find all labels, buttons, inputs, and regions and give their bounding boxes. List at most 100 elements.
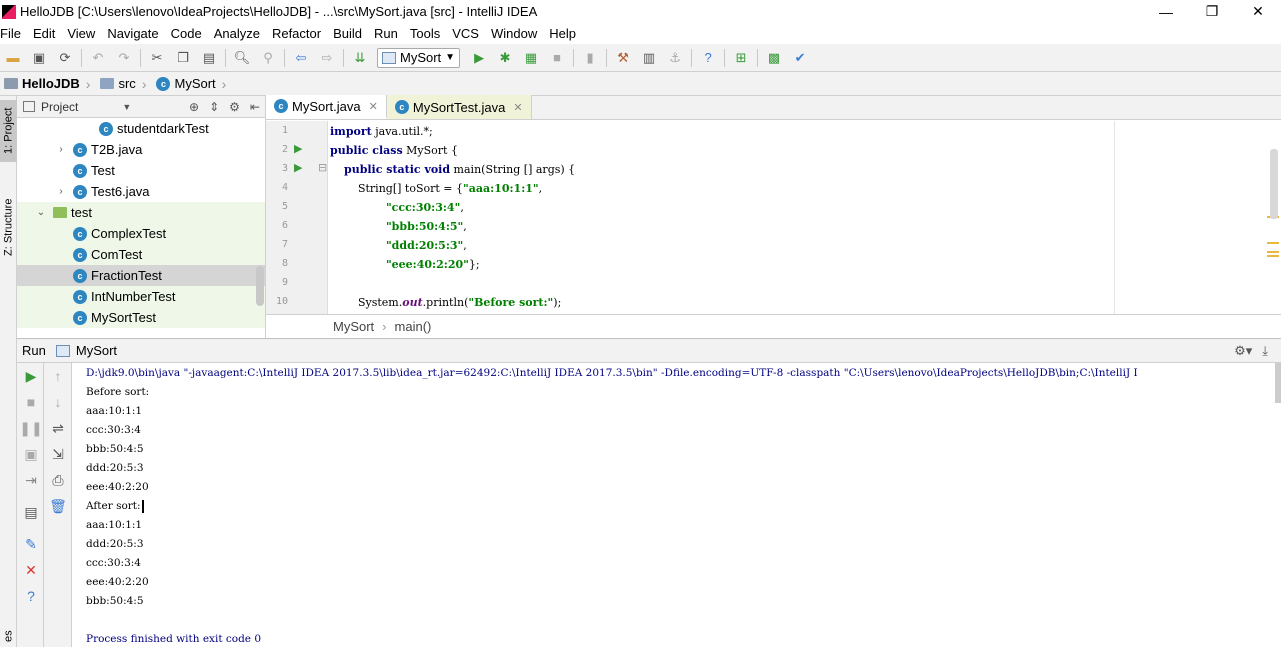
check-icon[interactable]: ✔ xyxy=(791,49,809,67)
project-tree-scrollbar[interactable] xyxy=(255,118,265,338)
menu-tools[interactable]: Tools xyxy=(410,26,446,41)
favorites-tool-tab[interactable]: es xyxy=(0,626,17,646)
statistic-icon[interactable]: ▩ xyxy=(765,49,783,67)
tree-item[interactable]: c FractionTest xyxy=(17,265,265,286)
tab-mysorttest-java[interactable]: c MySortTest.java ✕ xyxy=(386,95,532,119)
menu-file[interactable]: File xyxy=(0,26,27,41)
replace-icon[interactable]: ⚲ xyxy=(259,49,277,67)
code-line[interactable]: "bbb:50:4:5", xyxy=(330,217,467,236)
forward-icon[interactable]: ⇨ xyxy=(318,49,336,67)
chevron-down-icon[interactable]: ▼ xyxy=(122,102,131,112)
menu-help[interactable]: Help xyxy=(549,26,582,41)
code-line[interactable]: public class MySort { xyxy=(330,141,458,160)
expand-arrow-icon[interactable]: ⌄ xyxy=(35,207,47,218)
hide-icon[interactable]: ⇤ xyxy=(250,100,260,114)
help-icon[interactable]: ? xyxy=(699,49,717,67)
redo-icon[interactable]: ↷ xyxy=(115,49,133,67)
save-all-icon[interactable]: ▣ xyxy=(30,49,48,67)
locate-icon[interactable]: ⊕ xyxy=(189,100,199,114)
minimize-button[interactable]: — xyxy=(1143,0,1189,23)
gear-icon[interactable]: ⚙ xyxy=(229,100,240,114)
up-arrow-icon[interactable]: ↑ xyxy=(48,367,68,385)
run-tab-mysort[interactable]: MySort xyxy=(76,343,117,358)
tree-item[interactable]: c Test xyxy=(17,160,265,181)
sdk-icon[interactable]: ⚓ xyxy=(666,49,684,67)
open-folder-icon[interactable]: ▬ xyxy=(4,49,22,67)
close-icon[interactable]: ✕ xyxy=(513,101,522,114)
coverage-icon[interactable]: ▦ xyxy=(522,49,540,67)
run-config-selector[interactable]: MySort ▼ xyxy=(377,47,461,68)
breadcrumb-class[interactable]: MySort xyxy=(333,319,374,334)
run-icon[interactable]: ▶ xyxy=(470,49,488,67)
maximize-button[interactable]: ❐ xyxy=(1189,0,1235,23)
tree-item[interactable]: c studentdarkTest xyxy=(17,118,265,139)
print-icon[interactable]: ⎙ xyxy=(48,471,68,489)
tree-item[interactable]: c ComTest xyxy=(17,244,265,265)
breadcrumb-src[interactable]: src › xyxy=(96,76,152,92)
code-line[interactable]: "eee:40:2:20"}; xyxy=(330,255,480,274)
tree-item[interactable]: c MySortTest xyxy=(17,307,265,328)
gear-icon[interactable]: ⚙▾ xyxy=(1234,343,1252,359)
fold-icon[interactable]: ⊟ xyxy=(318,161,327,174)
settings-icon[interactable]: ⚒ xyxy=(614,49,632,67)
dump-threads-icon[interactable]: ▣ xyxy=(21,445,41,463)
pin-icon[interactable]: ✎ xyxy=(21,535,41,553)
soft-wrap-icon[interactable]: ⇌ xyxy=(48,419,68,437)
sync-icon[interactable]: ⟳ xyxy=(56,49,74,67)
pause-icon[interactable]: ❚❚ xyxy=(19,419,42,437)
debug-icon[interactable]: ✱ xyxy=(496,49,514,67)
vertical-scrollbar[interactable] xyxy=(1269,123,1279,313)
menu-navigate[interactable]: Navigate xyxy=(107,26,164,41)
code-line[interactable]: System.out.println("Before sort:"); xyxy=(330,293,561,312)
cut-icon[interactable]: ✂ xyxy=(148,49,166,67)
breadcrumb-project[interactable]: HelloJDB › xyxy=(0,76,96,92)
run-gutter-icon[interactable]: ▶ xyxy=(294,142,302,155)
menu-view[interactable]: View xyxy=(67,26,101,41)
close-icon[interactable]: ✕ xyxy=(369,100,378,113)
run-gutter-icon[interactable]: ▶ xyxy=(294,161,302,174)
collapse-icon[interactable]: ⇕ xyxy=(209,100,219,114)
hide-panel-icon[interactable]: ⤓ xyxy=(1262,343,1268,359)
down-arrow-icon[interactable]: ↓ xyxy=(48,393,68,411)
find-icon[interactable]: 🔍︎ xyxy=(233,49,251,67)
help-icon[interactable]: ? xyxy=(21,587,41,605)
menu-code[interactable]: Code xyxy=(171,26,208,41)
console-output[interactable]: D:\jdk9.0\bin\java "-javaagent:C:\Intell… xyxy=(72,363,1281,647)
code-line[interactable]: String[] toSort = {"aaa:10:1:1", xyxy=(330,179,542,198)
exit-icon[interactable]: ⇥ xyxy=(21,471,41,489)
tree-item[interactable]: › c Test6.java xyxy=(17,181,265,202)
code-area[interactable]: 1 2 3 4 5 6 7 8 9 10 ▶ ▶ ⊟ import java.util.*; public… xyxy=(266,121,1281,314)
tree-item[interactable]: ⌄ test xyxy=(17,202,265,223)
tab-mysort-java[interactable]: c MySort.java ✕ xyxy=(266,95,387,119)
project-tool-tab[interactable]: 1: Project xyxy=(0,100,17,162)
expand-arrow-icon[interactable]: › xyxy=(55,144,67,155)
console-scrollbar[interactable] xyxy=(1275,363,1281,403)
structure-tool-tab[interactable]: Z: Structure xyxy=(0,188,17,266)
code-line[interactable]: public static void main(String [] args) … xyxy=(330,160,575,179)
rerun-icon[interactable]: ▶ xyxy=(21,367,41,385)
breadcrumb-file[interactable]: c MySort › xyxy=(152,76,232,92)
breadcrumb-method[interactable]: main() xyxy=(395,319,432,334)
stop-icon[interactable]: ■ xyxy=(21,393,41,411)
plugin-icon[interactable]: ⊞ xyxy=(732,49,750,67)
code-line[interactable]: import java.util.*; xyxy=(330,122,433,141)
stop-icon[interactable]: ■ xyxy=(548,49,566,67)
tree-item[interactable]: › c T2B.java xyxy=(17,139,265,160)
restore-layout-icon[interactable]: ▤ xyxy=(21,503,41,521)
menu-vcs[interactable]: VCS xyxy=(452,26,485,41)
project-structure-icon[interactable]: ▥ xyxy=(640,49,658,67)
menu-edit[interactable]: Edit xyxy=(33,26,61,41)
paste-icon[interactable]: ▤ xyxy=(200,49,218,67)
build-icon[interactable]: ⇊ xyxy=(351,49,369,67)
undo-icon[interactable]: ↶ xyxy=(89,49,107,67)
menu-refactor[interactable]: Refactor xyxy=(272,26,327,41)
expand-arrow-icon[interactable]: › xyxy=(55,186,67,197)
close-window-button[interactable]: ✕ xyxy=(1235,0,1281,23)
back-icon[interactable]: ⇦ xyxy=(292,49,310,67)
tree-item[interactable]: c IntNumberTest xyxy=(17,286,265,307)
code-line[interactable]: "ccc:30:3:4", xyxy=(330,198,464,217)
menu-build[interactable]: Build xyxy=(333,26,368,41)
menu-analyze[interactable]: Analyze xyxy=(214,26,266,41)
code-line[interactable]: "ddd:20:5:3", xyxy=(330,236,467,255)
attach-icon[interactable]: ▮ xyxy=(581,49,599,67)
